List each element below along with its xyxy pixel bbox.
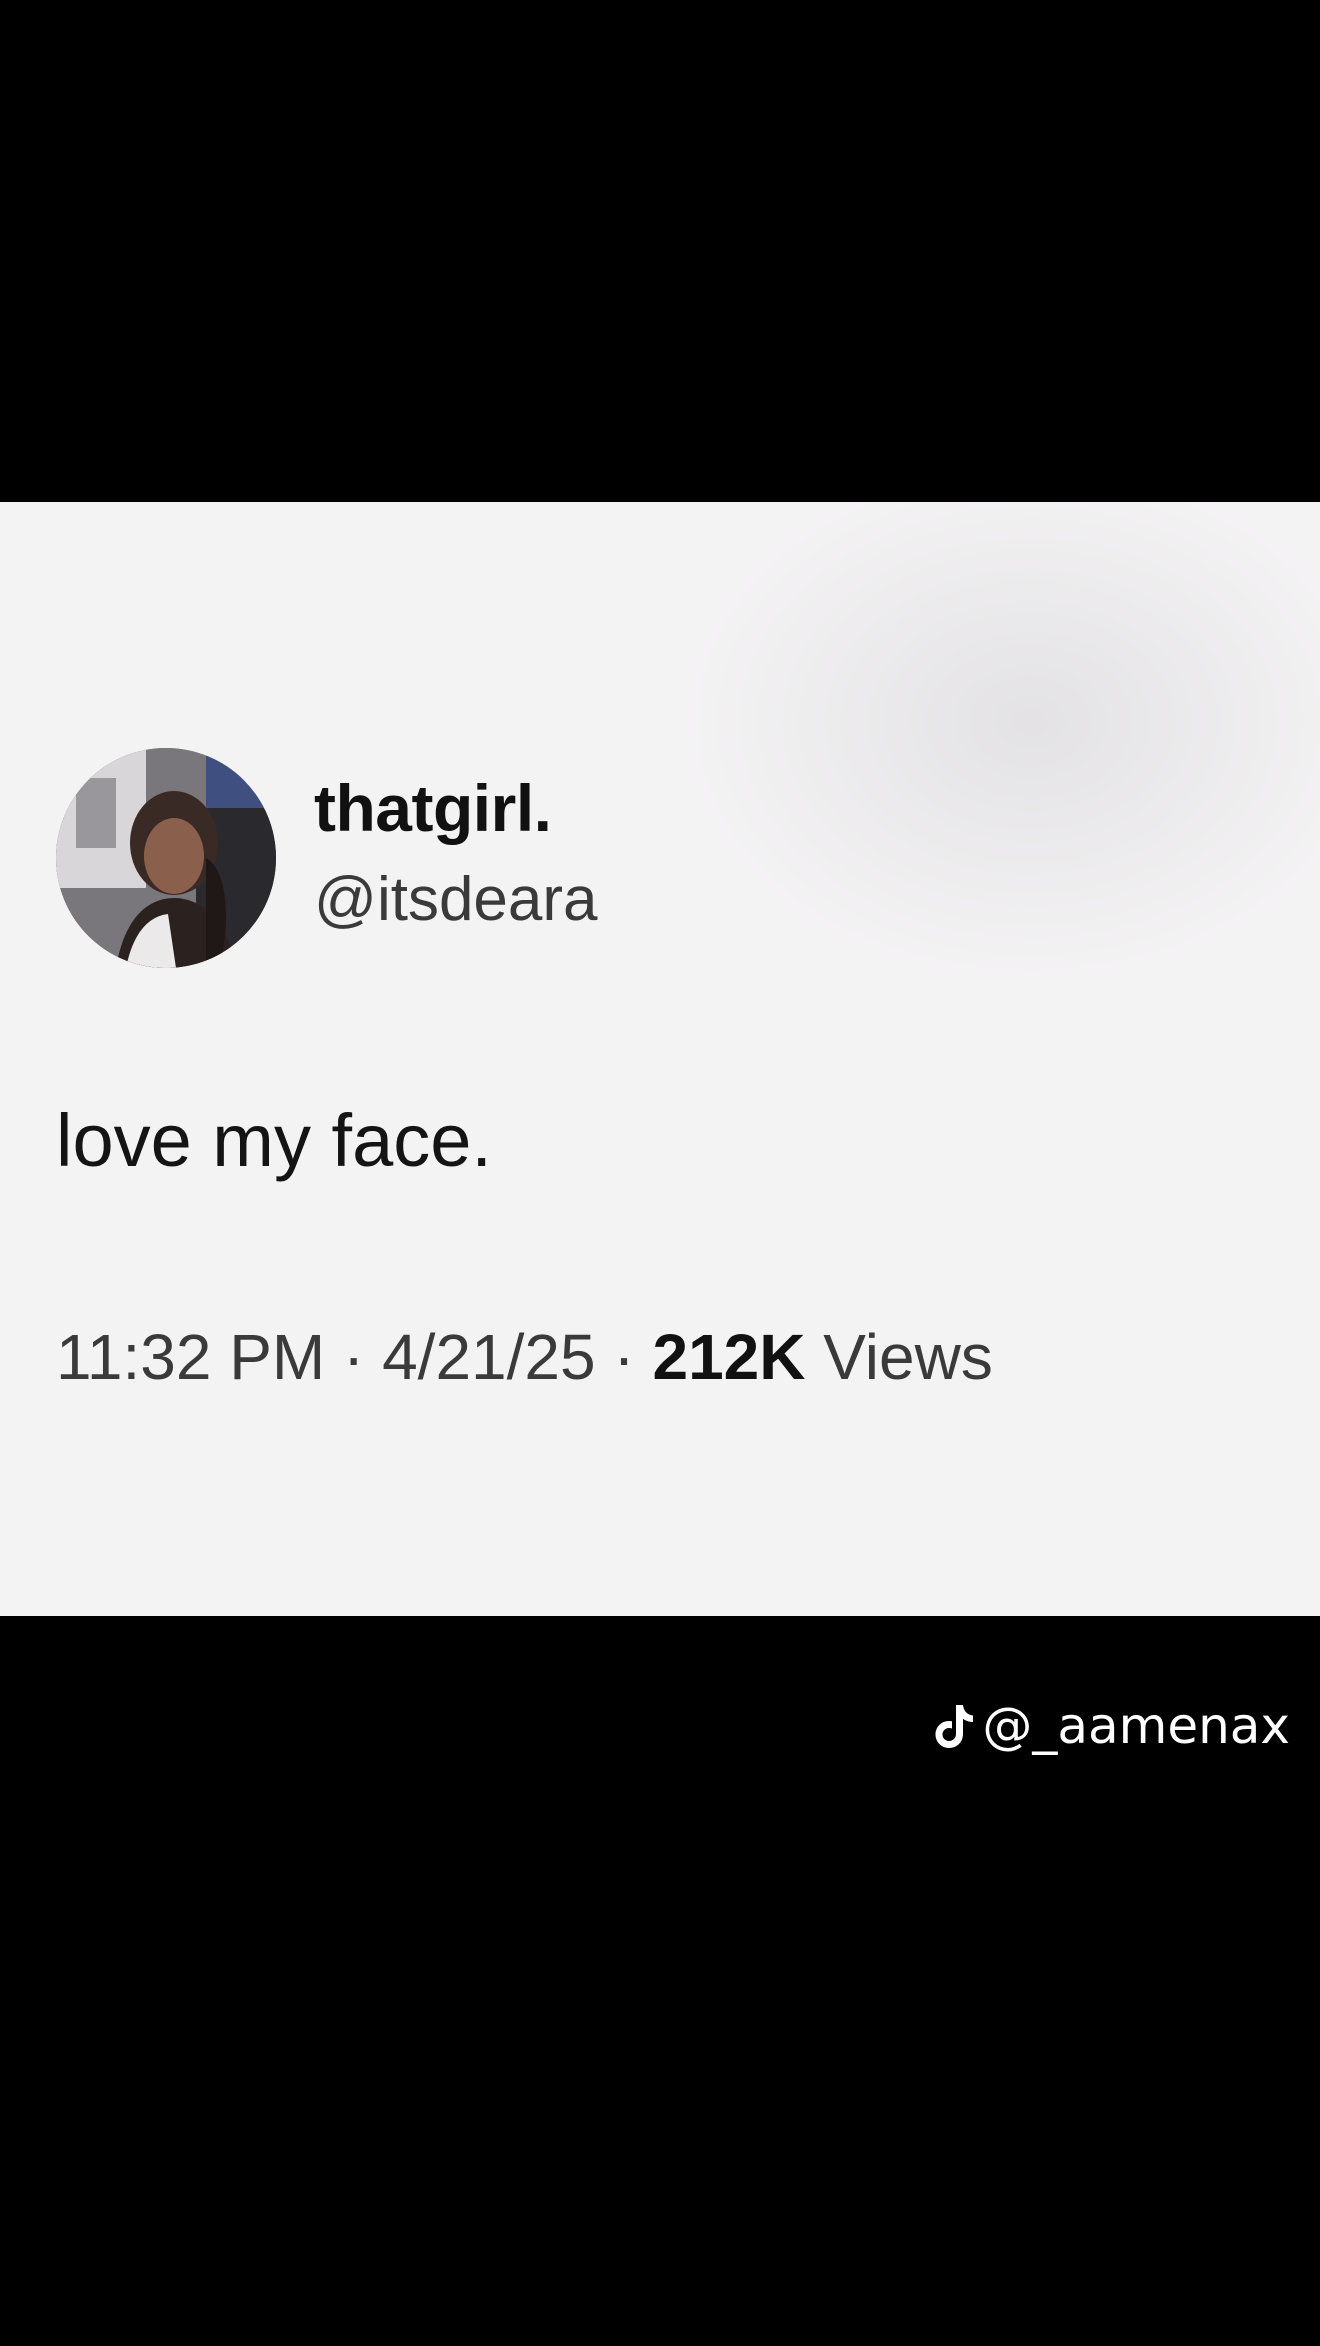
tiktok-watermark: @_aamenax <box>934 1694 1290 1758</box>
tiktok-logo-icon <box>935 1705 974 1748</box>
tweet-time: 11:32 PM <box>56 1321 326 1393</box>
watermark-username: @_aamenax <box>982 1697 1290 1755</box>
profile-avatar[interactable] <box>56 748 276 968</box>
meta-separator: · <box>613 1321 635 1393</box>
tweet-metadata: 11:32 PM · 4/21/25 · 212K Views <box>56 1320 993 1394</box>
video-frame: thatgirl. @itsdeara love my face. 11:32 … <box>0 0 1320 2346</box>
tweet-card: thatgirl. @itsdeara love my face. 11:32 … <box>0 502 1320 1616</box>
tweet-text: love my face. <box>56 1099 492 1182</box>
meta-separator: · <box>342 1321 365 1393</box>
avatar-photo-icon <box>56 748 276 968</box>
tweet-date: 4/21/25 <box>382 1321 596 1393</box>
user-handle[interactable]: @itsdeara <box>314 864 598 935</box>
display-name[interactable]: thatgirl. <box>314 770 552 846</box>
views-label: Views <box>823 1321 993 1393</box>
views-count: 212K <box>652 1321 806 1393</box>
